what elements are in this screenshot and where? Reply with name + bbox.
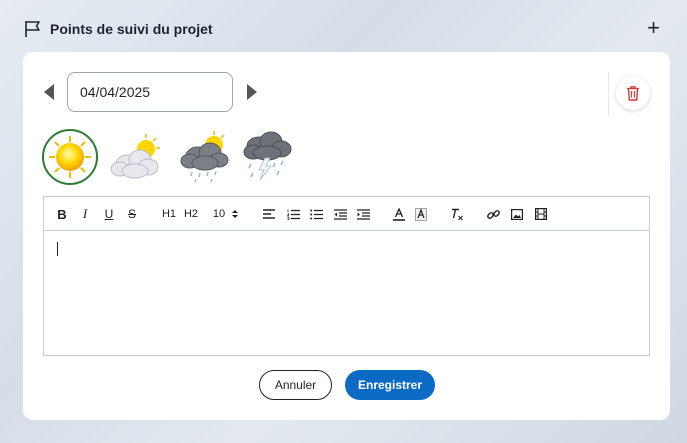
weather-option-partly-cloudy[interactable] xyxy=(108,129,164,185)
font-size-value: 10 xyxy=(212,208,226,220)
triangle-right-icon[interactable] xyxy=(246,83,258,101)
video-button[interactable] xyxy=(534,206,548,222)
indent-button[interactable] xyxy=(356,206,370,222)
tracking-point-card: B I U S H1 H2 10 xyxy=(23,52,670,420)
weather-option-cloudy-rain[interactable] xyxy=(178,129,234,185)
heading2-label: H2 xyxy=(183,208,199,220)
link-icon xyxy=(486,209,500,219)
image-icon xyxy=(511,208,523,220)
weather-option-storm[interactable] xyxy=(241,129,297,185)
bullet-list-button[interactable] xyxy=(309,206,323,222)
ordered-list-button[interactable] xyxy=(286,206,300,222)
highlight-color-button[interactable] xyxy=(414,206,428,222)
partly-cloudy-icon xyxy=(110,134,160,179)
film-icon xyxy=(535,208,547,220)
cancel-button[interactable]: Annuler xyxy=(259,370,332,400)
image-button[interactable] xyxy=(510,206,524,222)
clear-format-icon xyxy=(452,208,463,220)
heading2-button[interactable]: H2 xyxy=(183,206,199,222)
triangle-left-icon[interactable] xyxy=(43,83,55,101)
clear-format-button[interactable] xyxy=(450,206,464,222)
ordered-list-icon xyxy=(286,209,300,220)
section-header: Points de suivi du projet + xyxy=(24,17,664,41)
updown-chevron-icon xyxy=(232,210,239,218)
sun-icon xyxy=(49,136,91,178)
text-caret xyxy=(57,242,58,256)
save-button[interactable]: Enregistrer xyxy=(345,370,435,400)
plus-icon[interactable]: + xyxy=(647,17,660,39)
rich-text-editor: B I U S H1 H2 10 xyxy=(43,196,650,356)
highlight-icon xyxy=(415,207,427,221)
bold-button[interactable]: B xyxy=(56,206,68,222)
editor-toolbar: B I U S H1 H2 10 xyxy=(44,197,649,231)
align-left-icon xyxy=(263,209,275,219)
divider xyxy=(608,72,609,116)
cloud-rain-icon xyxy=(180,131,229,183)
flag-icon xyxy=(25,21,40,37)
font-size-select[interactable]: 10 xyxy=(210,206,242,222)
text-color-icon xyxy=(393,207,405,221)
indent-icon xyxy=(356,208,370,220)
storm-icon xyxy=(243,131,292,181)
text-color-button[interactable] xyxy=(392,206,406,222)
editor-content[interactable] xyxy=(44,231,649,355)
heading1-button[interactable]: H1 xyxy=(161,206,177,222)
strikethrough-button[interactable]: S xyxy=(126,206,138,222)
delete-button[interactable] xyxy=(616,76,650,110)
date-input[interactable] xyxy=(67,72,233,112)
italic-button[interactable]: I xyxy=(80,206,90,222)
weather-option-sunny[interactable] xyxy=(42,129,98,185)
outdent-button[interactable] xyxy=(333,206,347,222)
section-title: Points de suivi du projet xyxy=(50,21,213,37)
align-left-button[interactable] xyxy=(262,206,276,222)
bullet-list-icon xyxy=(309,209,323,219)
heading1-label: H1 xyxy=(161,208,177,220)
link-button[interactable] xyxy=(486,206,500,222)
trash-icon xyxy=(627,86,639,101)
outdent-icon xyxy=(333,208,347,220)
underline-button[interactable]: U xyxy=(103,206,115,222)
